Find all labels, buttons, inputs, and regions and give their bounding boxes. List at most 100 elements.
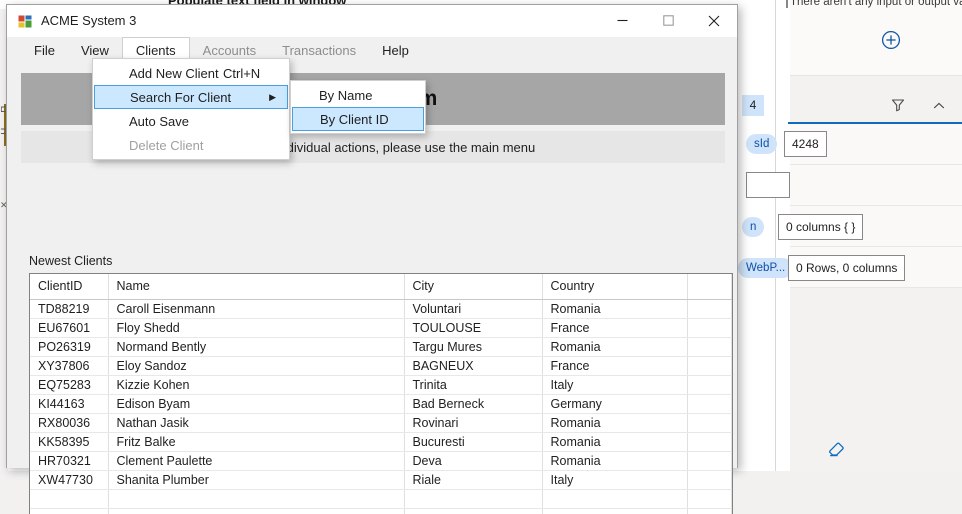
funnel-icon[interactable]	[890, 97, 906, 118]
cell-name: Floy Shedd	[108, 318, 405, 338]
cell-name: Eloy Sandoz	[108, 356, 405, 376]
menu-item-by-name[interactable]: By Name	[291, 83, 425, 107]
table-row[interactable]: TD88219 Caroll Eisenmann Voluntari Roman…	[30, 299, 732, 319]
cell-city: Targu Mures	[404, 337, 543, 357]
table-row[interactable]: RX80036 Nathan Jasik Rovinari Romania	[30, 413, 732, 433]
window-controls	[599, 5, 737, 36]
maximize-button[interactable]	[645, 5, 691, 36]
variables-empty-text: There aren't any input or output variabl…	[790, 0, 962, 8]
table-row-empty[interactable]	[30, 489, 732, 509]
table-row-empty[interactable]	[30, 508, 732, 514]
column-header-clientid[interactable]: ClientID	[30, 274, 109, 300]
search-for-client-submenu: By Name By Client ID	[290, 80, 426, 134]
variables-empty-card: There aren't any input or output variabl…	[790, 0, 962, 76]
cell-filler	[687, 489, 732, 509]
cell-name: Shanita Plumber	[108, 470, 405, 490]
cell-country: Romania	[542, 432, 688, 452]
chevron-up-icon[interactable]	[931, 98, 947, 119]
variables-pane: There aren't any input or output variabl…	[718, 0, 962, 514]
cell-city	[404, 508, 543, 514]
grid-header-row: ClientID Name City Country	[30, 274, 732, 300]
cell-country: Romania	[542, 299, 688, 319]
column-header-city[interactable]: City	[404, 274, 543, 300]
variable-row[interactable]: sId 4248	[746, 124, 962, 165]
menu-item-label: Auto Save	[129, 113, 189, 129]
cell-filler	[687, 375, 732, 395]
variable-row[interactable]: WebP... 0 Rows, 0 columns	[738, 247, 962, 288]
table-row[interactable]: EU67601 Floy Shedd TOULOUSE France	[30, 318, 732, 338]
cell-country: France	[542, 318, 688, 338]
variable-value: 0 Rows, 0 columns	[788, 255, 906, 281]
variable-row[interactable]: n 0 columns { }	[742, 206, 962, 247]
menu-item-label: By Name	[319, 87, 373, 103]
menu-file[interactable]: File	[21, 37, 68, 63]
table-row[interactable]: PO26319 Normand Bently Targu Mures Roman…	[30, 337, 732, 357]
variables-section-header[interactable]: s 4	[718, 83, 962, 123]
cell-clientid: TD88219	[30, 299, 109, 319]
cell-name: Kizzie Kohen	[108, 375, 405, 395]
cell-city: Rovinari	[404, 413, 543, 433]
cell-filler	[687, 356, 732, 376]
cell-city: BAGNEUX	[404, 356, 543, 376]
variable-value: 4248	[784, 131, 827, 157]
minimize-button[interactable]	[599, 5, 645, 36]
cell-name: Caroll Eisenmann	[108, 299, 405, 319]
variables-count-badge: 4	[742, 95, 764, 116]
pane-divider-vertical[interactable]	[775, 0, 776, 514]
column-header-filler	[687, 274, 732, 300]
cell-country: France	[542, 356, 688, 376]
variable-name-pill[interactable]: n	[742, 217, 765, 237]
cell-city	[404, 489, 543, 509]
cell-name	[108, 489, 405, 509]
window-title-bar[interactable]: ACME System 3	[7, 5, 737, 37]
cell-city: Voluntari	[404, 299, 543, 319]
menu-item-label: Delete Client	[129, 137, 204, 153]
cell-clientid: EQ75283	[30, 375, 109, 395]
plus-circle-icon[interactable]	[881, 30, 901, 50]
cell-filler	[687, 394, 732, 414]
cell-city: Riale	[404, 470, 543, 490]
menu-item-by-client-id[interactable]: By Client ID	[292, 107, 424, 131]
table-row[interactable]: KK58395 Fritz Balke Bucuresti Romania	[30, 432, 732, 452]
cell-clientid: RX80036	[30, 413, 109, 433]
cell-filler	[687, 451, 732, 471]
menu-item-shortcut: Ctrl+N	[223, 65, 261, 81]
screen-root: ⊏ ⊐ ✕ Populate text field in window Ther…	[0, 0, 962, 514]
clients-dropdown-menu: Add New Client Ctrl+N Search For Client …	[92, 58, 290, 160]
cell-filler	[687, 432, 732, 452]
table-row[interactable]: XY37806 Eloy Sandoz BAGNEUX France	[30, 356, 732, 376]
cell-city: Bucuresti	[404, 432, 543, 452]
column-header-country[interactable]: Country	[542, 274, 688, 300]
menu-item-search-for-client[interactable]: Search For Client ▶	[94, 85, 288, 109]
cell-name: Fritz Balke	[108, 432, 405, 452]
table-row[interactable]: EQ75283 Kizzie Kohen Trinita Italy	[30, 375, 732, 395]
menu-item-auto-save[interactable]: Auto Save	[93, 109, 289, 133]
cell-city: Bad Berneck	[404, 394, 543, 414]
cell-clientid	[30, 489, 109, 509]
column-header-name[interactable]: Name	[108, 274, 405, 300]
cell-country	[542, 489, 688, 509]
cell-filler	[687, 318, 732, 338]
table-row[interactable]: XW47730 Shanita Plumber Riale Italy	[30, 470, 732, 490]
app-window-icon	[18, 14, 33, 29]
table-row[interactable]: KI44163 Edison Byam Bad Berneck Germany	[30, 394, 732, 414]
variable-row[interactable]	[746, 165, 962, 206]
cell-city: Deva	[404, 451, 543, 471]
variable-name-pill[interactable]: sId	[746, 134, 778, 154]
cell-clientid: KI44163	[30, 394, 109, 414]
variable-value-empty	[746, 172, 790, 198]
cell-country: Italy	[542, 375, 688, 395]
variable-name-pill[interactable]: WebP...	[738, 258, 794, 278]
pane-handle[interactable]	[786, 0, 788, 8]
eraser-icon[interactable]	[826, 440, 846, 465]
cell-clientid: XW47730	[30, 470, 109, 490]
menu-item-label: Add New Client	[129, 65, 219, 81]
close-button[interactable]	[691, 5, 737, 36]
menu-item-add-new-client[interactable]: Add New Client Ctrl+N	[93, 61, 289, 85]
cell-clientid: HR70321	[30, 451, 109, 471]
menu-help[interactable]: Help	[369, 37, 422, 63]
table-row[interactable]: HR70321 Clement Paulette Deva Romania	[30, 451, 732, 471]
cell-filler	[687, 508, 732, 514]
newest-clients-grid[interactable]: ClientID Name City Country TD88219 Carol…	[29, 273, 733, 514]
cell-city: Trinita	[404, 375, 543, 395]
